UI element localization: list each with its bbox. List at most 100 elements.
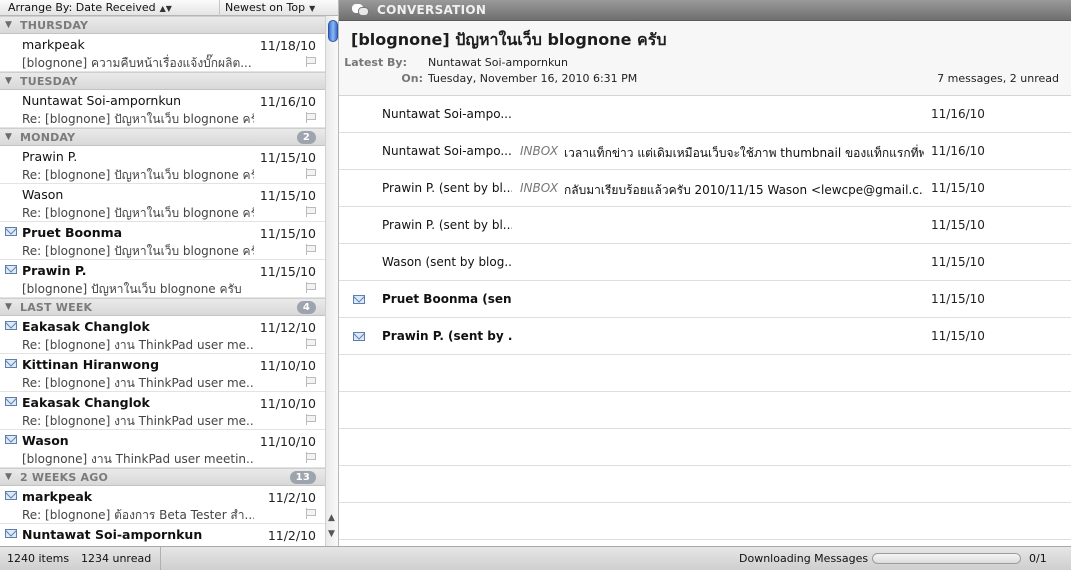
list-item[interactable]: markpeak 11/18/10 [blognone] ความคืบหน้า… <box>0 34 325 72</box>
unread-count-badge: 4 <box>296 301 316 314</box>
flag-icon[interactable] <box>306 112 316 123</box>
sort-order-label: Newest on Top <box>225 1 306 14</box>
conversation-sender: Pruet Boonma (sen... <box>382 292 512 306</box>
unread-count-badge: 13 <box>289 471 316 484</box>
chevron-down-icon: ▼ <box>309 4 316 13</box>
up-down-arrows-icon: ▲▼ <box>159 4 172 13</box>
conversation-row[interactable]: Prawin P. (sent by ... 11/15/10 <box>339 318 1071 355</box>
message-list-scrollbar[interactable]: ▲ ▼ <box>325 16 338 546</box>
list-item[interactable]: Eakasak Changlok 11/10/10 Re: [blognone]… <box>0 392 325 430</box>
conversation-sender: Prawin P. (sent by bl... <box>382 218 512 232</box>
conversation-row[interactable]: Wason (sent by blog... 11/15/10 <box>339 244 1071 281</box>
flag-icon[interactable] <box>306 206 316 217</box>
conversation-sender: Wason (sent by blog... <box>382 255 512 269</box>
conversation-date: 11/16/10 <box>931 144 985 158</box>
group-header-monday[interactable]: ▼ MONDAY 2 <box>0 128 325 146</box>
conversation-row[interactable]: Pruet Boonma (sen... 11/15/10 <box>339 281 1071 318</box>
disclosure-triangle-icon[interactable]: ▼ <box>5 302 12 312</box>
empty-row <box>339 355 1071 392</box>
message-subject: Re: [blognone] งาน ThinkPad user me... <box>22 376 254 390</box>
message-sender: Pruet Boonma <box>22 225 123 240</box>
message-date: 11/18/10 <box>259 38 316 53</box>
disclosure-triangle-icon[interactable]: ▼ <box>5 472 12 482</box>
message-subject: Re: [blognone] ปัญหาในเว็บ blognone ครับ <box>22 112 254 126</box>
disclosure-triangle-icon[interactable]: ▼ <box>5 132 12 142</box>
arrange-by-menu[interactable]: Arrange By: Date Received ▲▼ <box>8 1 172 14</box>
disclosure-triangle-icon[interactable]: ▼ <box>5 76 12 86</box>
group-name: MONDAY <box>20 131 76 144</box>
conversation-date: 11/15/10 <box>931 292 985 306</box>
flag-icon[interactable] <box>306 282 316 293</box>
conversation-sender: Prawin P. (sent by ... <box>382 329 512 343</box>
group-header-2-weeks-ago[interactable]: ▼ 2 WEEKS AGO 13 <box>0 468 325 486</box>
list-item[interactable]: Prawin P. 11/15/10 Re: [blognone] ปัญหาใ… <box>0 146 325 184</box>
message-sender: Eakasak Changlok <box>22 319 150 334</box>
flag-icon[interactable] <box>306 168 316 179</box>
list-item[interactable]: Wason 11/15/10 Re: [blognone] ปัญหาในเว็… <box>0 184 325 222</box>
list-item[interactable]: Eakasak Changlok 11/12/10 Re: [blognone]… <box>0 316 325 354</box>
envelope-icon <box>5 491 17 500</box>
unread-count-badge: 2 <box>296 131 316 144</box>
message-sender: markpeak <box>22 489 93 504</box>
group-header-last-week[interactable]: ▼ LAST WEEK 4 <box>0 298 325 316</box>
list-item[interactable]: Nuntawat Soi-ampornkun 11/2/10 <box>0 524 325 546</box>
list-item[interactable]: Pruet Boonma 11/15/10 Re: [blognone] ปัญ… <box>0 222 325 260</box>
flag-icon[interactable] <box>306 338 316 349</box>
message-subject: [blognone] งาน ThinkPad user meetin... <box>22 452 254 466</box>
message-sender: Wason <box>22 433 69 448</box>
disclosure-triangle-icon[interactable]: ▼ <box>5 20 12 30</box>
message-sender: Prawin P. <box>22 149 78 164</box>
scrollbar-thumb[interactable] <box>328 20 338 42</box>
conversation-bar-label: CONVERSATION <box>377 3 487 17</box>
message-sender: Prawin P. <box>22 263 87 278</box>
group-header-thursday[interactable]: ▼ THURSDAY <box>0 16 325 34</box>
conversation-row[interactable]: Prawin P. (sent by bl... INBOX กลับมาเรี… <box>339 170 1071 207</box>
conversation-date: 11/15/10 <box>931 218 985 232</box>
message-sender: Wason <box>22 187 64 202</box>
list-item[interactable]: Nuntawat Soi-ampornkun 11/16/10 Re: [blo… <box>0 90 325 128</box>
conversation-row[interactable]: Nuntawat Soi-ampo... 11/16/10 <box>339 96 1071 133</box>
message-date: 11/10/10 <box>259 434 316 449</box>
scroll-up-arrow-icon[interactable]: ▲ <box>328 513 335 523</box>
empty-row <box>339 503 1071 540</box>
group-header-tuesday[interactable]: ▼ TUESDAY <box>0 72 325 90</box>
group-name: TUESDAY <box>20 75 78 88</box>
flag-icon[interactable] <box>306 452 316 463</box>
conversation-message-list: Nuntawat Soi-ampo... 11/16/10 Nuntawat S… <box>339 96 1071 546</box>
message-subject: [blognone] ความคืบหน้าเรื่องแจ้งบั๊กผลิต… <box>22 56 252 70</box>
message-subject: Re: [blognone] ปัญหาในเว็บ blognone ครับ <box>22 206 254 220</box>
group-name: 2 WEEKS AGO <box>20 471 109 484</box>
conversation-title: [blognone] ปัญหาในเว็บ blognone ครับ <box>351 30 667 49</box>
message-subject: Re: [blognone] งาน ThinkPad user me... <box>22 338 254 352</box>
sort-order-menu[interactable]: Newest on Top ▼ <box>219 0 324 16</box>
list-item[interactable]: markpeak 11/2/10 Re: [blognone] ต้องการ … <box>0 486 325 524</box>
message-date: 11/15/10 <box>259 264 316 279</box>
message-date: 11/2/10 <box>267 490 316 505</box>
mailbox-label: INBOX <box>520 144 559 158</box>
list-item[interactable]: Kittinan Hiranwong 11/10/10 Re: [blognon… <box>0 354 325 392</box>
flag-icon[interactable] <box>306 508 316 519</box>
flag-icon[interactable] <box>306 244 316 255</box>
message-date: 11/15/10 <box>259 188 316 203</box>
latest-by-label: Latest By: <box>344 56 407 69</box>
item-count: 1240 items <box>7 552 70 565</box>
empty-row <box>339 392 1071 429</box>
message-date: 11/10/10 <box>259 358 316 373</box>
flag-icon[interactable] <box>306 376 316 387</box>
empty-row <box>339 429 1071 466</box>
flag-icon[interactable] <box>306 56 316 67</box>
list-item[interactable]: Prawin P. 11/15/10 [blognone] ปัญหาในเว็… <box>0 260 325 298</box>
conversation-row[interactable]: Prawin P. (sent by bl... 11/15/10 <box>339 207 1071 244</box>
list-item[interactable]: Wason 11/10/10 [blognone] งาน ThinkPad u… <box>0 430 325 468</box>
message-date: 11/2/10 <box>267 528 316 543</box>
on-label: On: <box>401 72 423 85</box>
scroll-down-arrow-icon[interactable]: ▼ <box>328 529 335 539</box>
speech-bubbles-icon <box>352 3 370 17</box>
envelope-icon <box>5 435 17 444</box>
conversation-row[interactable]: Nuntawat Soi-ampo... INBOX เวลาแท็กข่าว … <box>339 133 1071 170</box>
flag-icon[interactable] <box>306 414 316 425</box>
message-sender: Eakasak Changlok <box>22 395 150 410</box>
download-progress-bar <box>872 553 1021 564</box>
status-bar: 1240 items 1234 unread Downloading Messa… <box>0 546 1071 570</box>
message-subject: Re: [blognone] งาน ThinkPad user me... <box>22 414 254 428</box>
